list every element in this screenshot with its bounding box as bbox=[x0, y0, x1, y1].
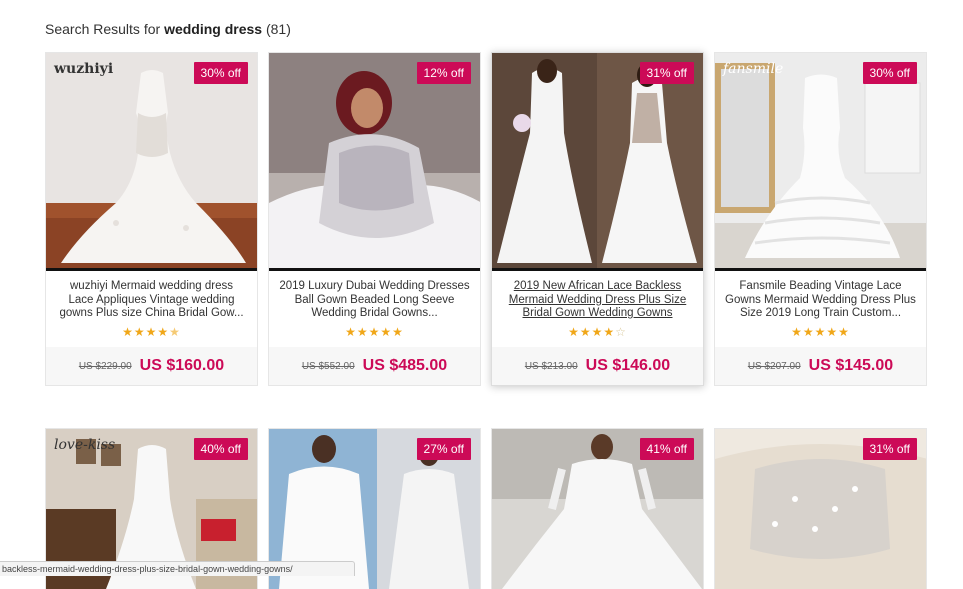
price-row: US $552.00 US $485.00 bbox=[269, 347, 480, 385]
discount-badge: 41% off bbox=[639, 438, 694, 460]
rating-stars: ★★★★★ bbox=[122, 325, 181, 339]
original-price: US $552.00 bbox=[301, 360, 355, 372]
discount-badge: 40% off bbox=[193, 438, 248, 460]
discount-badge: 31% off bbox=[862, 438, 917, 460]
rating-stars: ★★★★★ bbox=[791, 325, 850, 339]
product-image[interactable]: 31% off bbox=[715, 429, 926, 589]
product-title[interactable]: Fansmile Beading Vintage Lace Gowns Merm… bbox=[725, 280, 916, 321]
price-row: US $229.00 US $160.00 bbox=[46, 347, 257, 385]
search-prefix: Search Results for bbox=[45, 21, 161, 37]
product-title[interactable]: 2019 New African Lace Backless Mermaid W… bbox=[502, 280, 693, 321]
discount-badge: 31% off bbox=[639, 62, 694, 84]
brand-watermark: fansmile bbox=[723, 61, 784, 77]
product-image[interactable]: 41% off bbox=[492, 429, 703, 589]
discount-badge: 30% off bbox=[862, 62, 917, 84]
discount-badge: 12% off bbox=[416, 62, 471, 84]
rating-stars: ★★★★★ bbox=[345, 325, 404, 339]
sale-price: US $146.00 bbox=[585, 357, 671, 374]
product-card[interactable]: 31% off 2019 New African Lace Backless M… bbox=[491, 52, 704, 386]
original-price: US $229.00 bbox=[78, 360, 132, 372]
result-count: (81) bbox=[265, 21, 291, 37]
product-card[interactable]: 12% off 2019 Luxury Dubai Wedding Dresse… bbox=[268, 52, 481, 386]
product-image[interactable]: 31% off bbox=[492, 53, 703, 271]
search-results-header: Search Results for wedding dress (81) bbox=[45, 21, 291, 37]
sale-price: US $145.00 bbox=[808, 357, 894, 374]
product-card[interactable]: wuzhiyi 30% off wuzhiyi Mermaid wedding … bbox=[45, 52, 258, 386]
search-query: wedding dress bbox=[164, 21, 263, 37]
product-title[interactable]: wuzhiyi Mermaid wedding dress Lace Appli… bbox=[56, 280, 247, 321]
product-image[interactable]: 12% off bbox=[269, 53, 480, 271]
sale-price: US $485.00 bbox=[362, 357, 448, 374]
product-image[interactable]: fansmile 30% off bbox=[715, 53, 926, 271]
discount-badge: 27% off bbox=[416, 438, 471, 460]
browser-status-url: backless-mermaid-wedding-dress-plus-size… bbox=[0, 561, 355, 576]
product-card[interactable]: 41% off bbox=[491, 428, 704, 589]
product-card[interactable]: fansmile 30% off Fansmile Beading Vintag… bbox=[714, 52, 927, 386]
price-row: US $207.00 US $145.00 bbox=[715, 347, 926, 385]
brand-watermark: love-kiss bbox=[54, 437, 116, 453]
product-card[interactable]: 31% off bbox=[714, 428, 927, 589]
discount-badge: 30% off bbox=[193, 62, 248, 84]
price-row: US $213.00 US $146.00 bbox=[492, 347, 703, 385]
sale-price: US $160.00 bbox=[139, 357, 225, 374]
rating-stars: ★★★★☆ bbox=[568, 325, 627, 339]
brand-watermark: wuzhiyi bbox=[54, 61, 114, 77]
original-price: US $207.00 bbox=[747, 360, 801, 372]
original-price: US $213.00 bbox=[524, 360, 578, 372]
product-title[interactable]: 2019 Luxury Dubai Wedding Dresses Ball G… bbox=[279, 280, 470, 321]
product-image[interactable]: wuzhiyi 30% off bbox=[46, 53, 257, 271]
